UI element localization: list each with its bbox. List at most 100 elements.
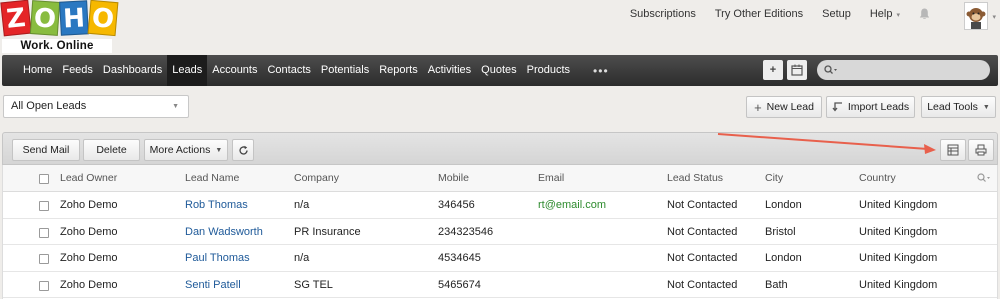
printer-icon [975, 144, 987, 156]
nav-contacts[interactable]: Contacts [262, 55, 315, 86]
cell-lead-status: Not Contacted [667, 252, 738, 264]
nav-dashboards[interactable]: Dashboards [98, 55, 167, 86]
bell-icon[interactable] [919, 8, 930, 20]
chevron-down-icon: ▾ [896, 12, 900, 19]
cell-lead-name-link[interactable]: Rob Thomas [185, 192, 248, 218]
nav-activities[interactable]: Activities [423, 55, 476, 86]
col-lead-name[interactable]: Lead Name [185, 165, 239, 191]
row-checkbox[interactable] [39, 201, 49, 211]
cell-lead-status: Not Contacted [667, 225, 738, 238]
logo-letter-h: H [59, 0, 89, 36]
try-other-editions-link[interactable]: Try Other Editions [715, 8, 803, 20]
nav-leads[interactable]: Leads [167, 55, 208, 86]
send-mail-button[interactable]: Send Mail [12, 139, 80, 161]
col-email[interactable]: Email [538, 165, 564, 191]
cell-city: London [765, 199, 802, 211]
refresh-button[interactable] [232, 139, 254, 161]
cell-city: Bath [765, 278, 788, 291]
leads-table: Lead Owner Lead Name Company Mobile Emai… [2, 165, 998, 299]
cell-country: United Kingdom [859, 278, 938, 291]
help-menu[interactable]: Help ▾ [870, 8, 900, 20]
nav-accounts[interactable]: Accounts [207, 55, 262, 86]
cell-company: PR Insurance [294, 225, 361, 238]
cell-lead-name-link[interactable]: Dan Wadsworth [185, 219, 263, 245]
avatar-chevron-icon[interactable]: ▾ [992, 13, 996, 21]
subscriptions-link[interactable]: Subscriptions [630, 8, 696, 20]
cell-lead-status: Not Contacted [667, 278, 738, 291]
select-all-checkbox[interactable] [39, 174, 49, 184]
cell-company: SG TEL [294, 278, 333, 291]
cell-lead-owner: Zoho Demo [60, 225, 118, 238]
view-select-value: All Open Leads [11, 100, 87, 112]
row-checkbox[interactable] [39, 280, 49, 291]
zoho-logo[interactable]: Z O H O Work. Online [0, 0, 124, 53]
monkey-avatar-icon [966, 8, 986, 29]
search-input[interactable] [838, 64, 968, 76]
cell-city: London [765, 252, 802, 264]
cell-mobile: 4534645 [438, 252, 481, 264]
table-row[interactable]: Zoho Demo Rob Thomas n/a 346456 rt@email… [3, 192, 997, 219]
import-icon [832, 102, 842, 112]
logo-letters: Z O H O [0, 0, 124, 37]
table-row[interactable]: Zoho Demo Dan Wadsworth PR Insurance 234… [3, 219, 997, 245]
logo-letter-o: O [29, 0, 61, 36]
delete-label: Delete [96, 144, 127, 156]
logo-letter-z: Z [0, 0, 32, 37]
more-modules-icon[interactable]: ••• [593, 64, 609, 78]
cell-city: Bristol [765, 225, 796, 238]
col-lead-status[interactable]: Lead Status [667, 165, 723, 191]
cell-company: n/a [294, 199, 310, 211]
nav-tools: + [763, 60, 990, 80]
cell-mobile: 234323546 [438, 225, 494, 238]
col-country[interactable]: Country [859, 165, 896, 191]
lead-tools-label: Lead Tools [927, 101, 978, 113]
col-lead-owner[interactable]: Lead Owner [60, 165, 117, 191]
avatar[interactable] [964, 2, 988, 30]
nav-home[interactable]: Home [18, 55, 57, 86]
main-nav: Home Feeds Dashboards Leads Accounts Con… [2, 55, 998, 86]
col-mobile[interactable]: Mobile [438, 165, 469, 191]
nav-reports[interactable]: Reports [374, 55, 423, 86]
cell-lead-name-link[interactable]: Senti Patell [185, 272, 241, 298]
import-leads-label: Import Leads [847, 101, 910, 113]
nav-products[interactable]: Products [522, 55, 575, 86]
col-city[interactable]: City [765, 165, 783, 191]
chevron-down-icon: ▼ [215, 146, 223, 154]
lead-tools-button[interactable]: Lead Tools ▼ [921, 96, 996, 118]
table-row[interactable]: Zoho Demo Paul Thomas n/a 4534645 Not Co… [3, 245, 997, 272]
delete-button[interactable]: Delete [83, 139, 140, 161]
cell-email-link[interactable]: rt@email.com [538, 192, 606, 218]
cell-mobile: 346456 [438, 199, 475, 211]
import-leads-button[interactable]: Import Leads [826, 96, 915, 118]
nav-feeds[interactable]: Feeds [57, 55, 98, 86]
more-actions-button[interactable]: More Actions ▼ [144, 139, 228, 161]
setup-link[interactable]: Setup [822, 8, 851, 20]
table-row[interactable]: Zoho Demo Senti Patell SG TEL 5465674 No… [3, 272, 997, 298]
cell-mobile: 5465674 [438, 278, 481, 291]
refresh-icon [238, 145, 248, 155]
custom-view-select[interactable]: All Open Leads ▼ [3, 95, 189, 118]
list-view-button[interactable] [940, 139, 966, 161]
new-lead-button[interactable]: + New Lead [746, 96, 822, 118]
nav-potentials[interactable]: Potentials [316, 55, 374, 86]
cell-lead-owner: Zoho Demo [60, 199, 118, 211]
nav-quotes[interactable]: Quotes [476, 55, 521, 86]
chevron-down-icon: ▼ [982, 103, 990, 111]
row-checkbox[interactable] [39, 254, 49, 264]
cell-lead-status: Not Contacted [667, 199, 738, 211]
search-icon [824, 65, 837, 74]
calendar-icon[interactable] [787, 60, 807, 80]
row-checkbox[interactable] [39, 227, 49, 238]
cell-lead-name-link[interactable]: Paul Thomas [185, 245, 250, 271]
column-search-icon[interactable] [977, 173, 991, 185]
list-toolbar: Send Mail Delete More Actions ▼ [2, 132, 998, 165]
top-links: Subscriptions Try Other Editions Setup H… [630, 8, 930, 20]
cell-lead-owner: Zoho Demo [60, 278, 118, 291]
quick-create-icon[interactable]: + [763, 60, 783, 80]
print-button[interactable] [968, 139, 994, 161]
col-company[interactable]: Company [294, 165, 339, 191]
new-lead-label: New Lead [766, 101, 814, 113]
chevron-down-icon: ▼ [172, 103, 179, 110]
search-box[interactable] [817, 60, 990, 80]
help-label: Help [869, 8, 893, 20]
